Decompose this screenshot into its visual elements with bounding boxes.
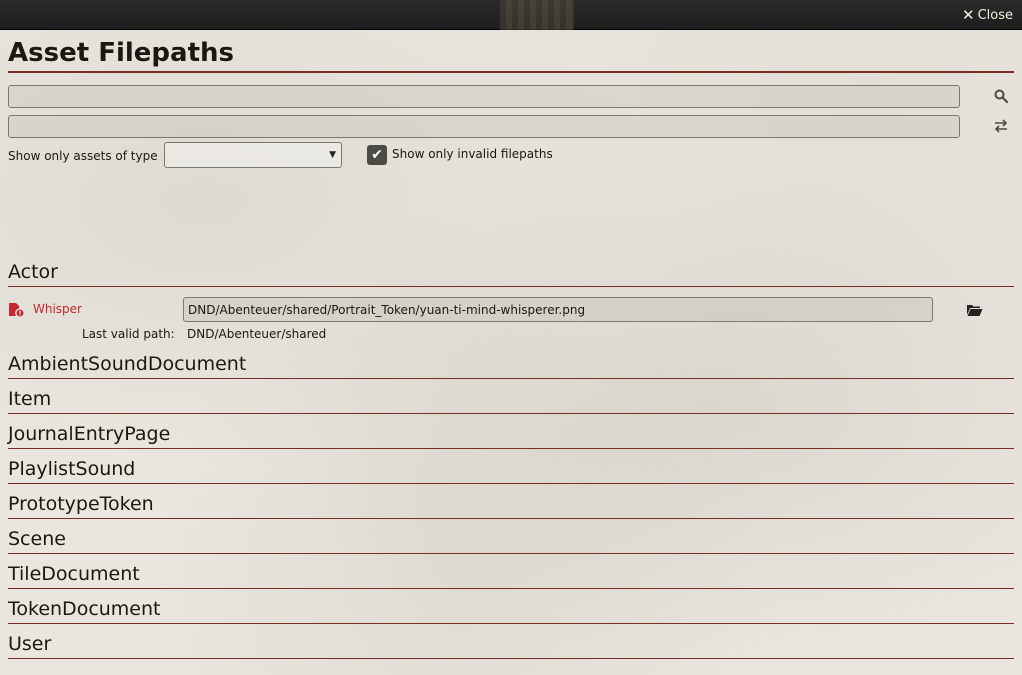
close-label: Close (977, 7, 1013, 23)
type-filter-label: Show only assets of type (8, 149, 158, 163)
type-filter-row: Show only assets of type (8, 142, 158, 170)
section-header-tokendocument: TokenDocument (8, 597, 1014, 624)
file-error-icon (8, 302, 25, 318)
exchange-icon[interactable] (992, 117, 1010, 135)
section-header-actor: Actor (8, 260, 1014, 287)
invalid-only-label: Show only invalid filepaths (392, 147, 553, 161)
section-header-prototypetoken: PrototypeToken (8, 492, 1014, 519)
section-header-scene: Scene (8, 527, 1014, 554)
last-valid-path-value: DND/Abenteuer/shared (187, 327, 327, 341)
replace-input[interactable] (8, 115, 960, 138)
asset-path-input[interactable]: DND/Abenteuer/shared/Portrait_Token/yuan… (183, 297, 933, 322)
search-input[interactable] (8, 85, 960, 108)
close-button[interactable]: ✕ Close (962, 6, 1013, 24)
last-valid-path-label: Last valid path: (82, 327, 175, 341)
asset-name[interactable]: Whisper (33, 302, 82, 316)
page-title: Asset Filepaths (8, 38, 1014, 73)
section-header-ambientsounddocument: AmbientSoundDocument (8, 352, 1014, 379)
section-header-tiledocument: TileDocument (8, 562, 1014, 589)
section-header-playlistsound: PlaylistSound (8, 457, 1014, 484)
chevron-down-icon: ▼ (329, 150, 336, 160)
checkmark-icon: ✔ (371, 147, 383, 163)
titlebar-ornament (500, 0, 574, 30)
close-icon: ✕ (962, 5, 975, 24)
search-icon[interactable] (992, 87, 1010, 105)
section-header-item: Item (8, 387, 1014, 414)
invalid-only-checkbox[interactable]: ✔ (367, 145, 387, 165)
section-header-journalentrypage: JournalEntryPage (8, 422, 1014, 449)
asset-type-select[interactable]: ▼ (164, 142, 342, 168)
window-titlebar: ✕ Close (0, 0, 1022, 30)
folder-open-icon[interactable] (966, 302, 983, 316)
section-header-user: User (8, 632, 1014, 659)
